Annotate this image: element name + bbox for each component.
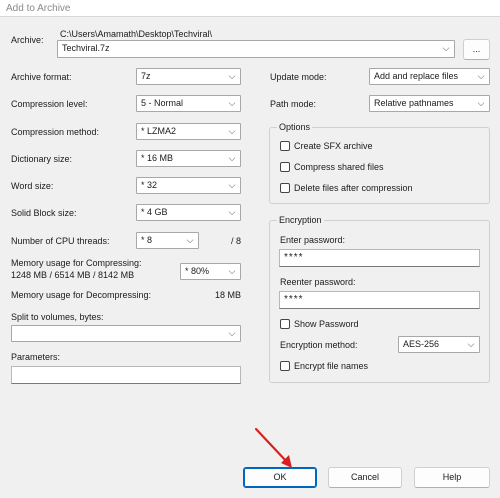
update-mode-value: Add and replace files — [374, 71, 459, 81]
chevron-down-icon[interactable]: ⌵ — [476, 69, 486, 84]
dictionary-size-select[interactable]: * 16 MB ⌵ — [136, 150, 241, 167]
memory-decompress-label: Memory usage for Decompressing: — [11, 290, 152, 300]
show-password-checkbox[interactable] — [280, 319, 290, 329]
title-bar: Add to Archive — [0, 0, 500, 17]
cpu-threads-select[interactable]: * 8 ⌵ — [136, 232, 199, 249]
chevron-down-icon[interactable]: ⌵ — [227, 326, 237, 341]
memory-compress-label: Memory usage for Compressing: — [11, 258, 142, 268]
word-size-value: * 32 — [141, 180, 158, 190]
compression-method-value: * LZMA2 — [141, 126, 177, 136]
archive-path: C:\Users\Amamath\Desktop\Techviral\ — [60, 29, 213, 39]
memory-compress-detail: 1248 MB / 6514 MB / 8142 MB — [11, 270, 135, 280]
update-mode-label: Update mode: — [270, 72, 327, 82]
parameters-input[interactable] — [11, 366, 241, 384]
chevron-down-icon[interactable]: ⌵ — [227, 96, 237, 111]
options-group-title: Options — [277, 122, 313, 133]
parameters-label: Parameters: — [11, 352, 61, 362]
compression-level-label: Compression level: — [11, 99, 88, 109]
memory-decompress-value: 18 MB — [215, 290, 242, 300]
cpu-threads-value: * 8 — [141, 235, 153, 245]
split-volumes-label: Split to volumes, bytes: — [11, 312, 104, 322]
compression-level-select[interactable]: 5 - Normal ⌵ — [136, 95, 241, 112]
ok-button[interactable]: OK — [243, 467, 317, 488]
word-size-select[interactable]: * 32 ⌵ — [136, 177, 241, 194]
compress-shared-label: Compress shared files — [294, 162, 384, 172]
solid-block-size-label: Solid Block size: — [11, 208, 77, 218]
encrypt-names-checkbox[interactable] — [280, 361, 290, 371]
archive-label: Archive: — [11, 35, 44, 45]
encrypt-names-label: Encrypt file names — [294, 361, 369, 371]
cpu-threads-max: / 8 — [231, 236, 242, 246]
chevron-down-icon[interactable]: ⌵ — [441, 41, 451, 56]
path-mode-label: Path mode: — [270, 99, 317, 109]
compress-shared-checkbox[interactable] — [280, 162, 290, 172]
enter-password-label: Enter password: — [280, 235, 346, 245]
reenter-password-label: Reenter password: — [280, 277, 356, 287]
encryption-group-title: Encryption — [277, 215, 324, 226]
compression-method-label: Compression method: — [11, 127, 100, 137]
dictionary-size-label: Dictionary size: — [11, 154, 73, 164]
update-mode-select[interactable]: Add and replace files ⌵ — [369, 68, 490, 85]
path-mode-select[interactable]: Relative pathnames ⌵ — [369, 95, 490, 112]
chevron-down-icon[interactable]: ⌵ — [227, 178, 237, 193]
archive-format-value: 7z — [141, 71, 151, 81]
encryption-method-value: AES-256 — [403, 339, 440, 349]
split-volumes-combobox[interactable]: ⌵ — [11, 325, 241, 342]
chevron-down-icon[interactable]: ⌵ — [227, 124, 237, 139]
solid-block-size-select[interactable]: * 4 GB ⌵ — [136, 204, 241, 221]
dictionary-size-value: * 16 MB — [141, 153, 174, 163]
archive-format-select[interactable]: 7z ⌵ — [136, 68, 241, 85]
chevron-down-icon[interactable]: ⌵ — [476, 96, 486, 111]
window-title: Add to Archive — [6, 3, 71, 14]
chevron-down-icon[interactable]: ⌵ — [227, 205, 237, 220]
memory-compress-select[interactable]: * 80% ⌵ — [180, 263, 241, 280]
delete-after-checkbox[interactable] — [280, 183, 290, 193]
archive-name-value: Techviral.7z — [62, 43, 110, 53]
delete-after-label: Delete files after compression — [294, 183, 413, 193]
word-size-label: Word size: — [11, 181, 54, 191]
path-mode-value: Relative pathnames — [374, 98, 454, 108]
chevron-down-icon[interactable]: ⌵ — [227, 264, 237, 279]
enter-password-input[interactable]: **** — [279, 249, 480, 267]
cancel-button[interactable]: Cancel — [328, 467, 402, 488]
encryption-method-label: Encryption method: — [280, 340, 358, 350]
chevron-down-icon[interactable]: ⌵ — [185, 233, 195, 248]
browse-button[interactable]: ... — [463, 39, 490, 60]
chevron-down-icon[interactable]: ⌵ — [227, 69, 237, 84]
archive-format-label: Archive format: — [11, 72, 72, 82]
show-password-label: Show Password — [294, 319, 359, 329]
memory-compress-value: * 80% — [185, 266, 210, 276]
chevron-down-icon[interactable]: ⌵ — [466, 337, 476, 352]
encryption-method-select[interactable]: AES-256 ⌵ — [398, 336, 480, 353]
compression-method-select[interactable]: * LZMA2 ⌵ — [136, 123, 241, 140]
chevron-down-icon[interactable]: ⌵ — [227, 151, 237, 166]
reenter-password-input[interactable]: **** — [279, 291, 480, 309]
compression-level-value: 5 - Normal — [141, 98, 184, 108]
solid-block-size-value: * 4 GB — [141, 207, 168, 217]
archive-name-combobox[interactable]: Techviral.7z ⌵ — [57, 40, 455, 58]
help-button[interactable]: Help — [414, 467, 490, 488]
cpu-threads-label: Number of CPU threads: — [11, 236, 110, 246]
create-sfx-checkbox[interactable] — [280, 141, 290, 151]
create-sfx-label: Create SFX archive — [294, 141, 373, 151]
red-arrow-shaft — [254, 427, 289, 464]
